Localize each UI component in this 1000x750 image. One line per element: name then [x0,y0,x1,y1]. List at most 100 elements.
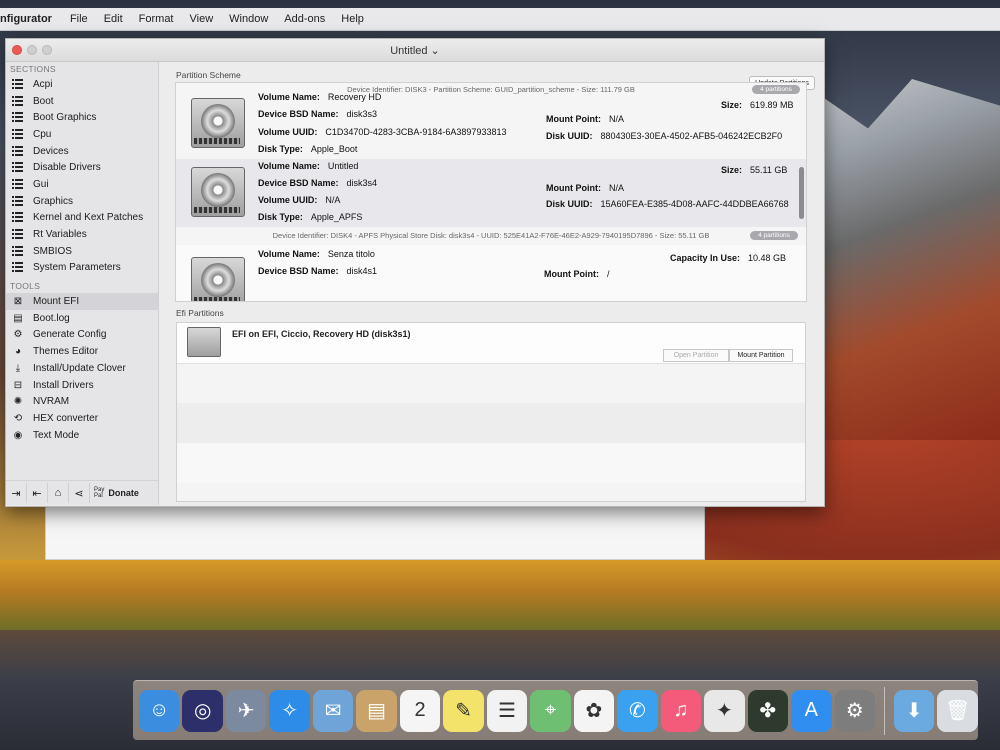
sidebar-item-kernel-and-kext-patches[interactable]: Kernel and Kext Patches [6,210,158,227]
list-icon [12,145,24,157]
partition-row[interactable]: Volume Name: Senza titolo Device BSD Name… [176,245,806,301]
reminders-icon[interactable]: ☰ [486,689,528,732]
sidebar: SECTIONS Acpi Boot Boot Graphics Cpu Devices… [6,62,159,505]
open-partition-button[interactable]: Open Partition [663,349,729,362]
sidebar-item-boot[interactable]: Boot [6,93,158,110]
hard-disk-icon [191,98,245,148]
finder-icon[interactable]: ☺ [139,689,180,732]
siri-icon[interactable]: ◎ [182,689,223,732]
launchpad-icon[interactable]: ✈ [225,689,267,732]
mount-partition-button[interactable]: Mount Partition [729,349,793,362]
tool-item-install-drivers[interactable]: ⊟ Install Drivers [6,377,158,394]
sidebar-item-disable-drivers[interactable]: Disable Drivers [6,159,158,176]
partition-row-selected[interactable]: Volume Name: Untitled Device BSD Name: dis… [176,159,806,227]
menu-view[interactable]: View [182,13,222,25]
sidebar-item-gui[interactable]: Gui [6,176,158,193]
sidebar-item-rt-variables[interactable]: Rt Variables [6,226,158,243]
boot-log-icon: ▤ [13,312,23,324]
tool-item-themes-editor[interactable]: ◕ Themes Editor [6,343,158,360]
calendar-icon[interactable]: 2 [399,689,441,732]
list-icon [12,245,24,257]
home-icon[interactable]: ⌂ [48,483,69,503]
volume-uuid-field: Volume UUID: N/A [258,195,341,205]
photos-icon[interactable]: ✿ [573,689,615,732]
sidebar-item-devices[interactable]: Devices [6,143,158,160]
sections-list: Acpi Boot Boot Graphics Cpu Devices Disable D… [6,76,158,276]
maps-icon[interactable]: ⌖ [530,689,571,732]
share-icon[interactable]: ⋖ [69,483,90,503]
tool-item-label: Boot.log [33,312,70,324]
tool-item-nvram[interactable]: ✺ NVRAM [6,393,158,410]
tool-item-generate-config[interactable]: ⚙ Generate Config [6,327,158,344]
app-store-icon[interactable]: A [791,689,832,732]
minimize-window-button[interactable] [27,45,37,55]
tools-header: TOOLS [10,281,41,292]
mount-point-field: Mount Point: / [544,269,610,279]
tool-item-text-mode[interactable]: ◉ Text Mode [6,427,158,444]
partition-scrollbar[interactable] [799,167,804,219]
donate-button[interactable]: Pay Pal Donate [94,487,139,499]
volume-name-field: Volume Name: Senza titolo [258,249,375,259]
sidebar-item-system-parameters[interactable]: System Parameters [6,260,158,277]
disk4-info: Device Identifier: DISK4 - APFS Physical… [272,231,710,240]
tool-item-hex-converter[interactable]: ⟲ HEX converter [6,410,158,427]
sidebar-item-graphics[interactable]: Graphics [6,193,158,210]
close-window-button[interactable] [12,45,22,55]
mail-icon[interactable]: ✉ [312,689,354,732]
list-icon [12,195,24,207]
partition-list[interactable]: Device Identifier: DISK3 - Partition Sch… [175,82,807,302]
menu-window[interactable]: Window [221,13,276,25]
safari-icon[interactable]: ✧ [269,689,310,732]
sidebar-item-label: Acpi [33,78,53,90]
sidebar-item-label: Disable Drivers [33,162,101,174]
music-icon[interactable]: ♫ [660,689,702,732]
notes-folder-icon[interactable]: ▤ [356,689,397,732]
tool-item-mount-efi[interactable]: ⊠ Mount EFI [6,293,158,310]
hard-disk-icon [191,257,245,301]
zoom-window-button[interactable] [42,45,52,55]
sidebar-item-label: Rt Variables [33,229,87,241]
import-icon[interactable]: ⇥ [6,483,27,503]
tool-item-label: Generate Config [33,329,107,341]
volume-name-field: Volume Name: Recovery HD [258,92,382,102]
tool-item-label: Mount EFI [33,296,80,308]
sidebar-item-smbios[interactable]: SMBIOS [6,243,158,260]
efi-partition-title: EFI on EFI, Ciccio, Recovery HD (disk3s1… [232,329,411,339]
title-bar[interactable]: Untitled ⌄ [6,39,824,62]
menu-edit[interactable]: Edit [96,13,131,25]
list-icon [12,212,24,223]
tool-item-boot-log[interactable]: ▤ Boot.log [6,310,158,327]
menu-file[interactable]: File [62,13,96,25]
tool-item-label: Install Drivers [33,379,94,391]
sidebar-item-boot-graphics[interactable]: Boot Graphics [6,109,158,126]
tool-item-label: Text Mode [33,429,80,441]
list-icon [12,229,24,240]
system-preferences-icon[interactable]: ⚙ [834,689,875,732]
paypal-logo: Pay Pal [94,487,105,499]
tool-item-install-update-clover[interactable]: ⤓ Install/Update Clover [6,360,158,377]
sidebar-item-cpu[interactable]: Cpu [6,126,158,143]
app-menu[interactable]: nfigurator [0,13,62,25]
partition-row[interactable]: Volume Name: Recovery HD Device BSD Name:… [176,90,806,158]
list-icon [12,78,24,90]
sidebar-item-acpi[interactable]: Acpi [6,76,158,93]
menu-add-ons[interactable]: Add-ons [276,13,333,25]
mount-efi-icon: ⊠ [13,296,23,308]
menu-help[interactable]: Help [333,13,372,25]
dock-separator [883,686,885,735]
messages-icon[interactable]: ✆ [617,689,658,732]
themes-editor-icon: ◕ [14,346,22,358]
list-icon [12,95,24,107]
efi-partition-row[interactable]: EFI on EFI, Ciccio, Recovery HD (disk3s1… [177,323,805,364]
hex-converter-icon: ⟲ [13,412,23,424]
clover-icon[interactable]: ✦ [704,689,745,732]
downloads-icon[interactable]: ⬇ [893,689,935,732]
trash-icon[interactable]: 🗑 [937,689,978,732]
window-title[interactable]: Untitled ⌄ [390,44,440,57]
size-field: Size: 55.11 GB [721,165,788,175]
classic-icon[interactable]: ✤ [747,689,789,732]
export-icon[interactable]: ⇤ [27,483,48,503]
notes-icon[interactable]: ✎ [443,689,484,732]
volume-name-field: Volume Name: Untitled [258,161,359,171]
menu-format[interactable]: Format [131,13,182,25]
